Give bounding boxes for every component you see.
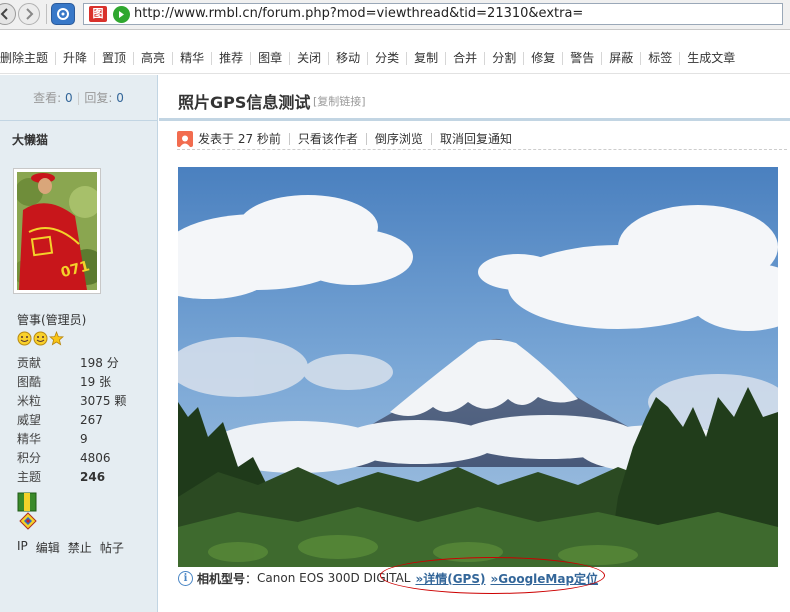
stat-label: 贡献 xyxy=(17,356,42,370)
back-arrow-icon xyxy=(0,8,8,20)
replies-label: 回复: xyxy=(84,91,113,105)
stat-value: 4806 xyxy=(80,451,111,465)
page-title: 照片GPS信息测试 xyxy=(178,93,311,112)
stat-row: 威望 267 xyxy=(17,411,126,430)
user-online-icon xyxy=(177,130,193,147)
mod-action-10[interactable]: 复制 xyxy=(407,52,447,65)
mod-action-6[interactable]: 图章 xyxy=(251,52,291,65)
mod-action-4[interactable]: 精华 xyxy=(173,52,213,65)
author-name[interactable]: 大懒猫 xyxy=(12,131,48,148)
author-sidebar: 查看: 0 | 回复: 0 大懒猫 071 管事(管理员) 贡献 198 分 图… xyxy=(0,75,158,612)
mod-action-1[interactable]: 升降 xyxy=(56,52,96,65)
user-stats: 贡献 198 分图酷 19 张米粒 3075 颗威望 267 精华 9 积分 4806 主题 246 xyxy=(17,354,126,487)
address-bar[interactable]: 图 http://www.rmbl.cn/forum.php?mod=viewt… xyxy=(83,3,783,25)
star-icon xyxy=(49,331,64,346)
post-time: 发表于 27 秒前 xyxy=(198,131,281,146)
avatar-image: 071 xyxy=(17,172,97,290)
post-photo[interactable] xyxy=(178,167,778,567)
mod-action-2[interactable]: 置顶 xyxy=(95,52,135,65)
post-meta-bar: 发表于 27 秒前 只看该作者 倒序浏览 取消回复通知 xyxy=(177,128,787,150)
stat-label: 威望 xyxy=(17,413,42,427)
stat-value: 198 分 xyxy=(80,356,119,370)
views-count: 0 xyxy=(65,91,73,105)
mod-action-15[interactable]: 屏蔽 xyxy=(602,52,642,65)
stat-value: 19 张 xyxy=(80,375,112,389)
stat-label: 图酷 xyxy=(17,375,42,389)
mod-action-7[interactable]: 关闭 xyxy=(290,52,330,65)
stat-row: 图酷 19 张 xyxy=(17,373,126,392)
medal-icon xyxy=(19,512,37,530)
forward-button[interactable] xyxy=(18,3,40,25)
stat-row: 精华 9 xyxy=(17,430,126,449)
mod-action-17[interactable]: 生成文章 xyxy=(680,52,742,65)
cancel-reply-notify-link[interactable]: 取消回复通知 xyxy=(430,132,520,145)
site-favicon-icon: 图 xyxy=(89,6,107,22)
avatar[interactable]: 071 xyxy=(13,168,101,294)
mod-action-12[interactable]: 分割 xyxy=(485,52,525,65)
stat-value: 267 xyxy=(80,413,103,427)
stat-label: 米粒 xyxy=(17,394,42,408)
toolbar-divider xyxy=(46,4,47,24)
browser-logo-icon xyxy=(57,8,69,20)
smiley-icon xyxy=(17,331,32,346)
user-action-link[interactable]: 帖子 xyxy=(100,539,124,556)
back-button[interactable] xyxy=(0,3,16,25)
medal-icon xyxy=(17,492,37,512)
stat-row: 主题 246 xyxy=(17,468,126,487)
url-text[interactable]: http://www.rmbl.cn/forum.php?mod=viewthr… xyxy=(134,6,583,21)
only-author-link[interactable]: 只看该作者 xyxy=(288,132,366,145)
stat-value[interactable]: 246 xyxy=(80,468,105,487)
browser-home-button[interactable] xyxy=(51,3,75,25)
stat-row: 积分 4806 xyxy=(17,449,126,468)
user-action-link[interactable]: 编辑 xyxy=(36,539,60,556)
go-icon[interactable] xyxy=(113,6,130,23)
rank-icons xyxy=(17,331,64,346)
reverse-order-link[interactable]: 倒序浏览 xyxy=(365,132,431,145)
smiley-icon xyxy=(33,331,48,346)
mod-action-5[interactable]: 推荐 xyxy=(212,52,252,65)
stat-row: 贡献 198 分 xyxy=(17,354,126,373)
thread-header: 照片GPS信息测试 [复制链接] xyxy=(159,75,790,121)
mod-action-14[interactable]: 警告 xyxy=(563,52,603,65)
thread-stats: 查看: 0 | 回复: 0 xyxy=(0,75,157,121)
info-icon: i xyxy=(178,570,193,586)
mod-action-0[interactable]: 删除主题 xyxy=(0,52,57,65)
mount-fuji-image xyxy=(178,167,778,567)
browser-address-row: 图 http://www.rmbl.cn/forum.php?mod=viewt… xyxy=(0,0,790,30)
user-action-link[interactable]: IP xyxy=(17,539,28,556)
mod-action-13[interactable]: 修复 xyxy=(524,52,564,65)
stat-label: 主题 xyxy=(17,470,42,484)
stat-row: 米粒 3075 颗 xyxy=(17,392,126,411)
forward-arrow-icon xyxy=(26,8,34,20)
stat-label: 精华 xyxy=(17,432,42,446)
camera-model-label: 相机型号 xyxy=(197,571,246,586)
mod-action-8[interactable]: 移动 xyxy=(329,52,369,65)
copy-link-button[interactable]: [复制链接] xyxy=(313,93,366,109)
mod-action-16[interactable]: 标签 xyxy=(641,52,681,65)
moderation-toolbar: 删除主题 升降 置顶 高亮 精华 推荐 图章 关闭 移动 分类 复制 合并 分割 修复 警告 屏蔽 标签 生成文章 xyxy=(0,44,790,74)
stat-label: 积分 xyxy=(17,451,42,465)
mod-action-11[interactable]: 合并 xyxy=(446,52,486,65)
user-action-link[interactable]: 禁止 xyxy=(68,539,92,556)
mod-action-9[interactable]: 分类 xyxy=(368,52,408,65)
stat-value: 9 xyxy=(80,432,88,446)
views-label: 查看: xyxy=(33,91,62,105)
mod-action-3[interactable]: 高亮 xyxy=(134,52,174,65)
highlight-annotation xyxy=(380,557,605,594)
stat-value: 3075 颗 xyxy=(80,394,127,408)
replies-count: 0 xyxy=(116,91,124,105)
label-separator: ： xyxy=(245,571,258,586)
user-actions: IP 编辑 禁止 帖子 xyxy=(17,539,124,556)
user-role: 管事(管理员) xyxy=(17,313,87,327)
